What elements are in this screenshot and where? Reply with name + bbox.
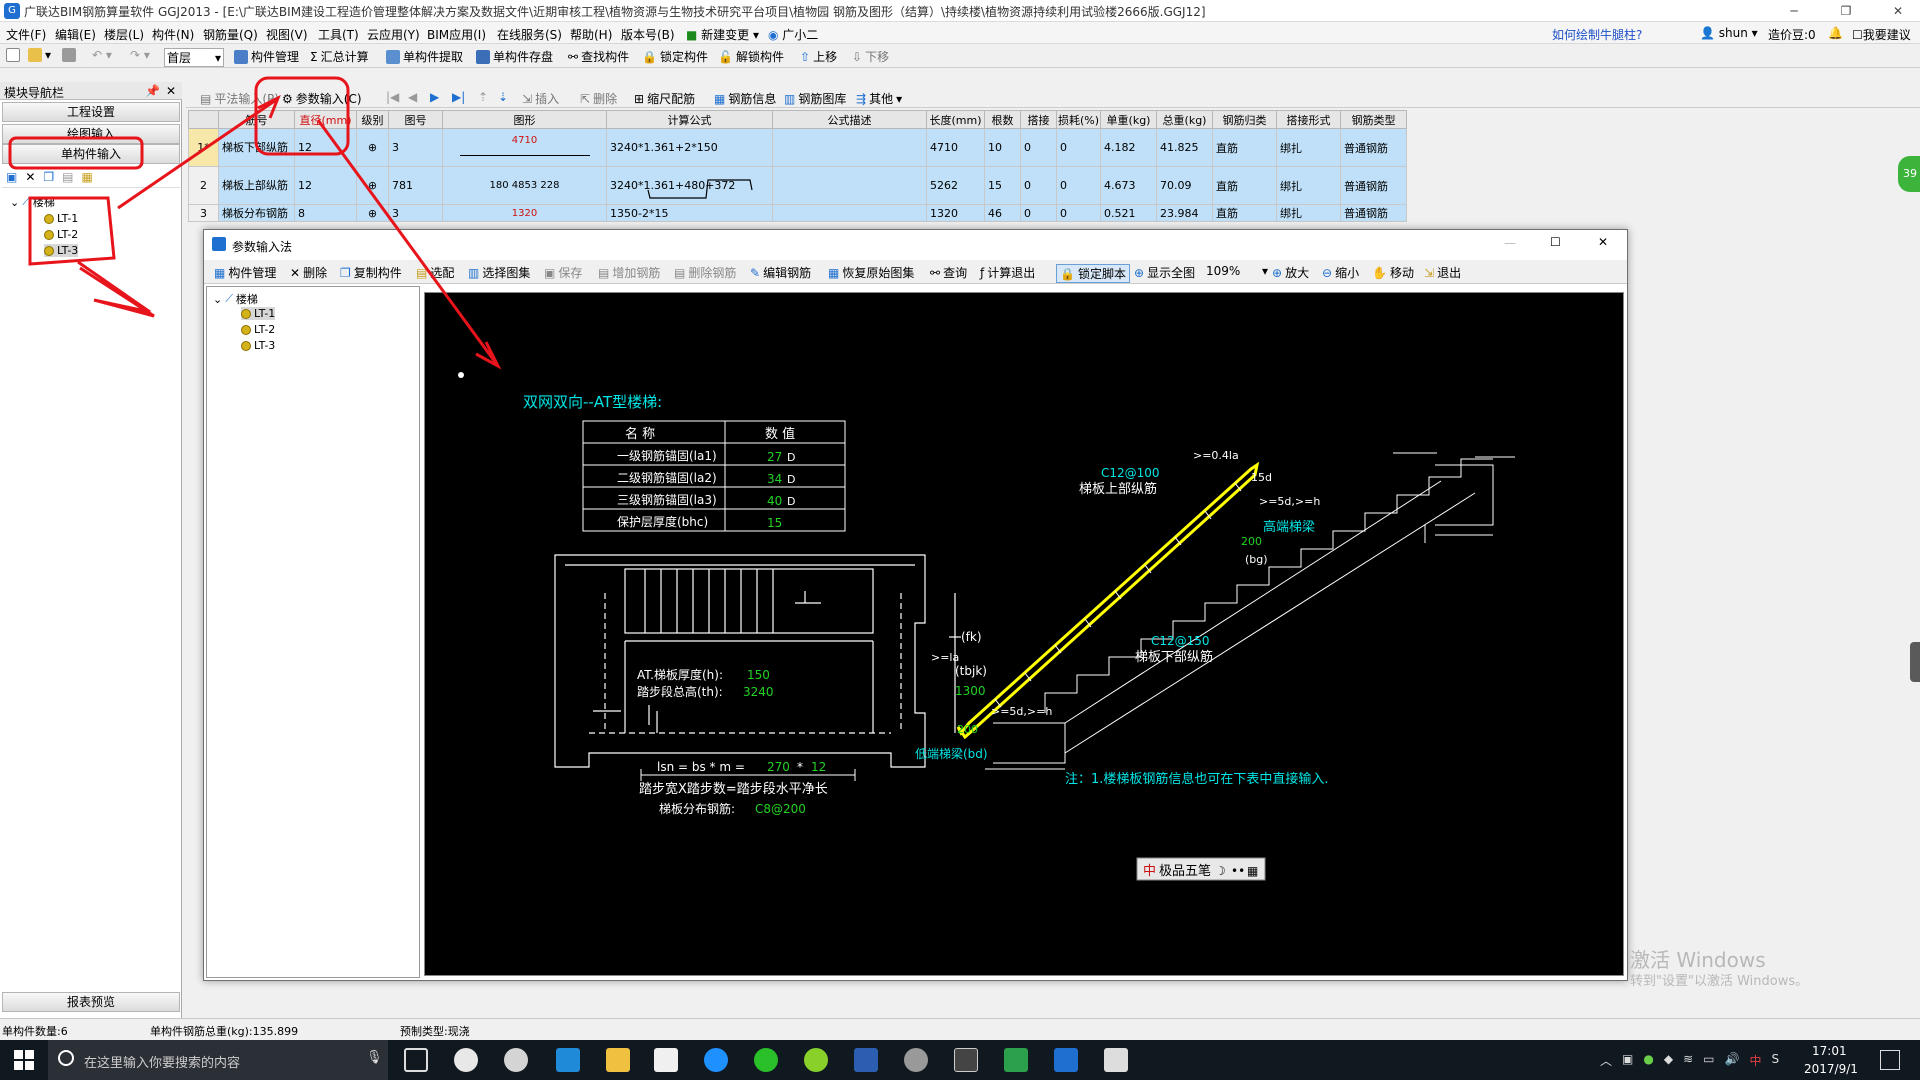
windows-start-icon[interactable] bbox=[14, 1050, 34, 1070]
ime-tray-icon[interactable]: 中 bbox=[1749, 1052, 1761, 1069]
tray-s-icon[interactable]: S bbox=[1771, 1052, 1779, 1069]
microphone-icon[interactable]: 🎙 bbox=[366, 1050, 383, 1065]
status-bar: 单构件数量:6 单构件钢筋总重(kg):135.899 预制类型:现浇 bbox=[0, 1018, 1920, 1040]
activation-watermark-hint: 转到"设置"以激活 Windows。 bbox=[1630, 974, 1809, 989]
tray-up-icon[interactable]: ︿ bbox=[1600, 1052, 1612, 1069]
search-placeholder: 在这里输入你要搜索的内容 bbox=[84, 1056, 241, 1071]
file-explorer-icon[interactable] bbox=[606, 1048, 630, 1072]
edge-icon[interactable] bbox=[556, 1048, 580, 1072]
fan-app-icon[interactable] bbox=[454, 1048, 478, 1072]
tray-security-icon[interactable]: ◆ bbox=[1664, 1052, 1673, 1069]
highlight-tree-items bbox=[28, 196, 116, 266]
clock-time[interactable]: 17:01 bbox=[1812, 1044, 1847, 1058]
glodon-g-icon[interactable] bbox=[1054, 1048, 1078, 1072]
wechat-icon[interactable] bbox=[754, 1048, 778, 1072]
cortana-icon bbox=[58, 1050, 74, 1066]
notifications-icon[interactable] bbox=[1880, 1050, 1900, 1070]
clock-date[interactable]: 2017/9/1 bbox=[1804, 1062, 1858, 1076]
system-tray: ︿ ▣ ● ◆ ≋ ▭ 🔊 中 S bbox=[1600, 1052, 1779, 1069]
browser-360-icon[interactable] bbox=[504, 1048, 528, 1072]
arrowhead-1 bbox=[257, 94, 281, 119]
status-count: 单构件数量:6 bbox=[2, 1025, 68, 1038]
calculator-icon[interactable] bbox=[954, 1048, 978, 1072]
store-icon[interactable] bbox=[654, 1048, 678, 1072]
tray-app-icon[interactable]: ▣ bbox=[1622, 1052, 1633, 1069]
windows-taskbar: 在这里输入你要搜索的内容 🎙 ︿ ▣ ● ◆ ≋ ▭ 🔊 中 S 17:01 2… bbox=[0, 1040, 1920, 1080]
sync-app-icon[interactable] bbox=[704, 1048, 728, 1072]
arrow-to-tree bbox=[77, 260, 155, 318]
plus-app-icon[interactable] bbox=[804, 1048, 828, 1072]
task-view-icon[interactable] bbox=[404, 1048, 428, 1072]
side-handle[interactable] bbox=[1910, 642, 1920, 682]
arrowhead-2 bbox=[475, 341, 502, 370]
glodon-h-icon[interactable] bbox=[1004, 1048, 1028, 1072]
highlight-single-input bbox=[8, 136, 144, 170]
word-icon[interactable] bbox=[854, 1048, 878, 1072]
tool-app-icon[interactable] bbox=[904, 1048, 928, 1072]
status-prefab: 预制类型:现浇 bbox=[400, 1025, 470, 1038]
taskbar-search[interactable]: 在这里输入你要搜索的内容 🎙 bbox=[48, 1040, 388, 1080]
tray-360-icon[interactable]: ● bbox=[1643, 1052, 1653, 1069]
network-icon[interactable]: ▭ bbox=[1703, 1052, 1714, 1069]
red-annotations bbox=[8, 76, 502, 370]
status-weight: 单构件钢筋总重(kg):135.899 bbox=[150, 1025, 299, 1038]
arrow-to-canvas bbox=[316, 119, 500, 367]
wifi-icon[interactable]: ≋ bbox=[1683, 1052, 1693, 1069]
activation-watermark-title: 激活 Windows bbox=[1630, 948, 1766, 972]
volume-icon[interactable]: 🔊 bbox=[1724, 1052, 1739, 1069]
photos-icon[interactable] bbox=[1104, 1048, 1128, 1072]
